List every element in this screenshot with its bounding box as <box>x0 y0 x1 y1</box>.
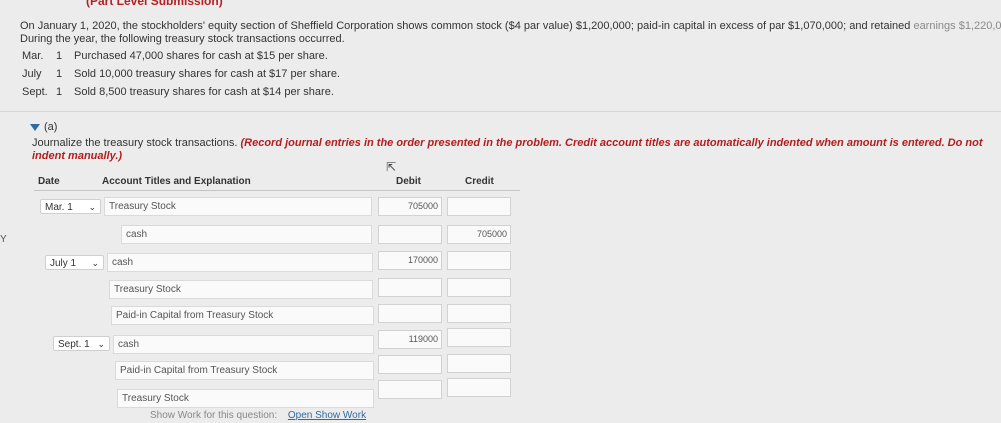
date-select-value: Sept. 1 <box>58 339 90 350</box>
debit-input[interactable] <box>378 304 442 323</box>
date-select-july1[interactable]: July 1 ⌄ <box>45 255 104 270</box>
debit-column-header: Debit <box>396 176 421 187</box>
show-work-footer: Show Work for this question: Open Show W… <box>150 410 366 421</box>
transaction-item: Mar. 1 Purchased 47,000 shares for cash … <box>22 47 340 65</box>
account-input[interactable]: Paid-in Capital from Treasury Stock <box>115 361 374 380</box>
transaction-item: Sept. 1 Sold 8,500 treasury shares for c… <box>22 83 340 101</box>
transaction-day: 1 <box>56 86 63 98</box>
section-divider <box>0 111 1001 112</box>
credit-input[interactable] <box>447 197 511 216</box>
credit-column-header: Credit <box>465 176 494 187</box>
show-work-label: Show Work for this question: <box>150 410 278 421</box>
account-input[interactable]: Treasury Stock <box>104 197 372 216</box>
problem-line-1-cutoff: earnings $1,220,000 <box>913 20 1001 32</box>
account-input[interactable]: Treasury Stock <box>109 280 373 299</box>
credit-input[interactable] <box>447 378 511 397</box>
chevron-down-icon: ⌄ <box>97 339 105 349</box>
instruction-text: Journalize the treasury stock transactio… <box>32 137 241 149</box>
transaction-month: Mar. <box>22 50 44 62</box>
date-select-sept1[interactable]: Sept. 1 ⌄ <box>53 336 110 351</box>
debit-input[interactable]: 119000 <box>378 330 442 349</box>
date-select-value: Mar. 1 <box>45 202 73 213</box>
transaction-text: Sold 8,500 treasury shares for cash at $… <box>74 86 334 98</box>
problem-line-1: On January 1, 2020, the stockholders' eq… <box>20 20 911 32</box>
date-column-header: Date <box>38 176 60 187</box>
account-input[interactable]: Treasury Stock <box>117 389 374 408</box>
journal-table-header: Date Account Titles and Explanation Debi… <box>34 176 520 191</box>
credit-input[interactable] <box>447 304 511 323</box>
left-edge-mark: Y <box>0 234 7 245</box>
transaction-item: July 1 Sold 10,000 treasury shares for c… <box>22 65 340 83</box>
account-column-header: Account Titles and Explanation <box>102 176 251 187</box>
credit-input[interactable] <box>447 251 511 270</box>
transaction-month: Sept. <box>22 86 48 98</box>
instructions: Journalize the treasury stock transactio… <box>32 137 997 163</box>
part-level-submission-title: (Part Level Submission) <box>86 0 223 8</box>
transaction-day: 1 <box>56 68 63 80</box>
chevron-down-icon: ⌄ <box>88 202 96 212</box>
credit-input[interactable] <box>447 328 511 347</box>
debit-input[interactable] <box>378 380 442 399</box>
account-input[interactable]: cash <box>121 225 372 244</box>
open-show-work-link[interactable]: Open Show Work <box>288 410 366 421</box>
problem-statement: On January 1, 2020, the stockholders' eq… <box>20 20 1001 46</box>
date-select-mar1[interactable]: Mar. 1 ⌄ <box>40 199 101 214</box>
transaction-month: July <box>22 68 42 80</box>
transactions-list: Mar. 1 Purchased 47,000 shares for cash … <box>22 47 340 101</box>
credit-input[interactable]: 705000 <box>447 225 511 244</box>
section-toggle[interactable]: (a) <box>30 121 57 133</box>
account-input[interactable]: cash <box>113 335 374 354</box>
transaction-day: 1 <box>56 50 63 62</box>
chevron-down-icon: ⌄ <box>91 258 99 268</box>
transaction-text: Purchased 47,000 shares for cash at $15 … <box>74 50 328 62</box>
debit-input[interactable] <box>378 278 442 297</box>
debit-input[interactable] <box>378 355 442 374</box>
debit-input[interactable]: 170000 <box>378 251 442 270</box>
transaction-text: Sold 10,000 treasury shares for cash at … <box>74 68 340 80</box>
account-input[interactable]: cash <box>107 253 373 272</box>
section-label: (a) <box>44 121 58 133</box>
debit-input[interactable]: 705000 <box>378 197 442 216</box>
mouse-cursor-icon: ⇱ <box>386 160 397 174</box>
collapse-triangle-icon[interactable] <box>30 123 40 131</box>
account-input[interactable]: Paid-in Capital from Treasury Stock <box>111 306 374 325</box>
date-select-value: July 1 <box>50 258 77 269</box>
credit-input[interactable] <box>447 354 511 373</box>
debit-input[interactable] <box>378 225 442 244</box>
credit-input[interactable] <box>447 278 511 297</box>
problem-line-2: During the year, the following treasury … <box>20 33 345 45</box>
